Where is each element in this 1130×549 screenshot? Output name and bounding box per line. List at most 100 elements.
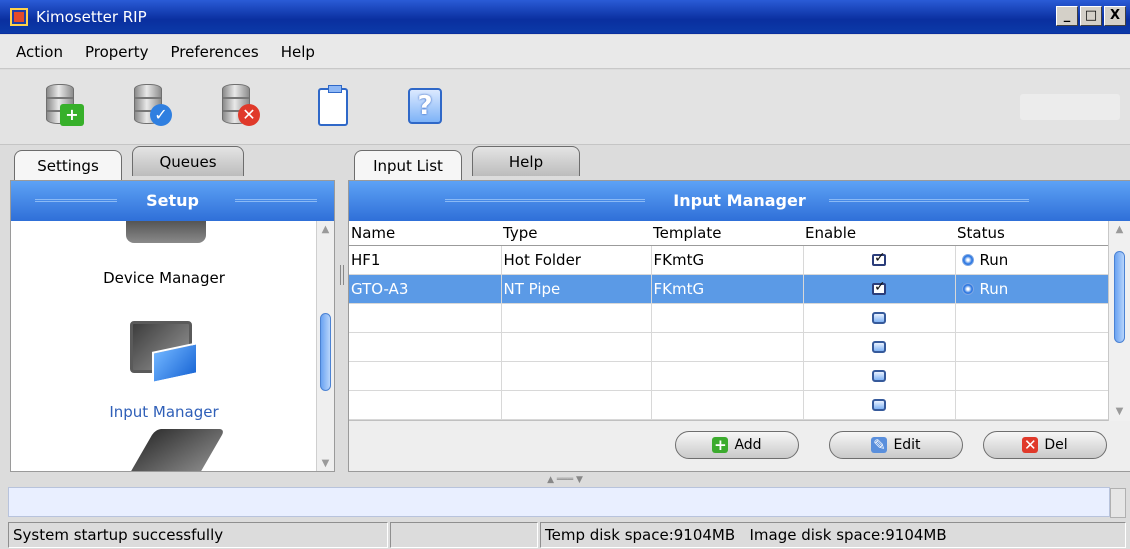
cell-status [955, 332, 1110, 362]
setup-item-device-manager[interactable]: Device Manager [11, 269, 317, 287]
cell-enable [803, 361, 956, 391]
add-button[interactable]: + Add [675, 431, 799, 459]
next-device-icon[interactable] [126, 429, 226, 471]
vertical-splitter[interactable] [336, 180, 348, 472]
table-row[interactable] [349, 361, 1110, 391]
setup-title: Setup [146, 191, 199, 210]
plus-icon: + [712, 436, 729, 454]
table-row[interactable]: HF1 Hot Folder FKmtG Run [349, 245, 1110, 275]
enable-checkbox[interactable] [872, 250, 886, 266]
cell-name [349, 390, 502, 420]
status-message: System startup successfully [8, 522, 388, 548]
column-header[interactable]: Type [501, 221, 651, 246]
input-manager-icon[interactable] [126, 317, 206, 391]
horizontal-splitter[interactable]: ▲ ═══ ▼ [0, 473, 1130, 487]
setup-header: Setup [11, 181, 334, 221]
setup-item-input-manager[interactable]: Input Manager [11, 403, 317, 421]
table-header: Name Type Template Enable Status [349, 221, 1109, 246]
cell-type: Hot Folder [501, 245, 652, 275]
cell-name: HF1 [349, 245, 502, 275]
cell-enable [803, 332, 956, 362]
maximize-button[interactable]: □ [1080, 6, 1102, 26]
status-disk: Temp disk space:9104MB Image disk space:… [540, 522, 1126, 548]
cell-type [501, 390, 652, 420]
database-check-icon[interactable]: ✓ [126, 82, 178, 134]
status-radio-icon[interactable] [961, 254, 974, 266]
menu-preferences[interactable]: Preferences [166, 43, 262, 61]
tab-input-list[interactable]: Input List [354, 150, 462, 180]
scroll-up-arrow[interactable]: ▲ [1113, 223, 1126, 237]
setup-panel: Setup Device Manager Input Manager ▲ ▼ [10, 180, 335, 472]
column-header[interactable]: Template [651, 221, 803, 246]
input-table: Name Type Template Enable Status HF1 Hot… [349, 221, 1110, 421]
menu-help[interactable]: Help [277, 43, 319, 61]
enable-checkbox[interactable] [872, 312, 886, 324]
image-disk-space: Image disk space:9104MB [749, 526, 947, 544]
enable-checkbox[interactable] [872, 341, 886, 353]
edit-button[interactable]: ✎ Edit [829, 431, 963, 459]
table-row[interactable] [349, 390, 1110, 420]
database-delete-icon[interactable]: ✕ [214, 82, 266, 134]
delete-label: Del [1044, 437, 1068, 453]
setup-scrollbar[interactable]: ▲ ▼ [316, 221, 334, 471]
window-controls: _ □ X [1056, 6, 1126, 26]
database-add-icon[interactable]: + [38, 82, 90, 134]
cell-status [955, 303, 1110, 333]
cell-type: NT Pipe [501, 274, 652, 304]
status-text: Run [979, 279, 1009, 298]
column-header[interactable]: Name [349, 221, 501, 246]
cell-template: FKmtG [651, 245, 804, 275]
column-header[interactable]: Status [955, 221, 1109, 246]
enable-checkbox[interactable] [872, 399, 886, 411]
enable-checkbox[interactable] [872, 279, 886, 295]
setup-list: Device Manager Input Manager [11, 221, 317, 471]
scroll-thumb[interactable] [320, 313, 331, 391]
edit-icon: ✎ [871, 436, 888, 454]
enable-checkbox[interactable] [872, 370, 886, 382]
cell-status: Run [955, 245, 1110, 275]
cell-template [651, 361, 804, 391]
cell-template [651, 332, 804, 362]
menu-action[interactable]: Action [12, 43, 67, 61]
cell-enable [803, 390, 956, 420]
tab-settings[interactable]: Settings [14, 150, 122, 180]
cell-enable [803, 245, 956, 275]
status-radio-icon[interactable] [961, 283, 974, 295]
input-manager-title: Input Manager [673, 191, 806, 210]
cell-name [349, 332, 502, 362]
edit-label: Edit [893, 437, 921, 453]
delete-button[interactable]: ✕ Del [983, 431, 1107, 459]
table-row[interactable]: GTO-A3 NT Pipe FKmtG Run [349, 274, 1110, 304]
clipboard-icon[interactable] [308, 82, 360, 134]
log-scrollbar[interactable] [1110, 488, 1126, 518]
minimize-button[interactable]: _ [1056, 6, 1078, 26]
column-header[interactable]: Enable [803, 221, 955, 246]
scroll-up-arrow[interactable]: ▲ [319, 223, 332, 237]
status-text: Run [979, 250, 1009, 269]
status-empty [390, 522, 538, 548]
cell-name [349, 303, 502, 333]
menu-bar: Action Property Preferences Help [0, 35, 1130, 69]
table-row[interactable] [349, 332, 1110, 362]
scroll-thumb[interactable] [1114, 251, 1125, 343]
status-bar: System startup successfully Temp disk sp… [0, 519, 1130, 549]
device-manager-icon[interactable] [126, 221, 206, 243]
menu-property[interactable]: Property [81, 43, 152, 61]
log-area [8, 487, 1110, 517]
tab-help[interactable]: Help [472, 146, 580, 176]
tab-queues[interactable]: Queues [132, 146, 244, 176]
table-scrollbar[interactable]: ▲ ▼ [1108, 221, 1130, 421]
title-bar: Kimosetter RIP _ □ X [0, 0, 1130, 34]
help-icon[interactable]: ? [398, 82, 450, 134]
table-row[interactable] [349, 303, 1110, 333]
scroll-down-arrow[interactable]: ▼ [319, 457, 332, 471]
cell-status [955, 390, 1110, 420]
cell-status: Run [955, 274, 1110, 304]
cell-type [501, 361, 652, 391]
delete-icon: ✕ [1022, 436, 1039, 454]
toolbar: + ✓ ✕ ? [0, 70, 1130, 145]
close-button[interactable]: X [1104, 6, 1126, 26]
scroll-down-arrow[interactable]: ▼ [1113, 405, 1126, 419]
cell-type [501, 303, 652, 333]
window-title: Kimosetter RIP [36, 8, 147, 26]
